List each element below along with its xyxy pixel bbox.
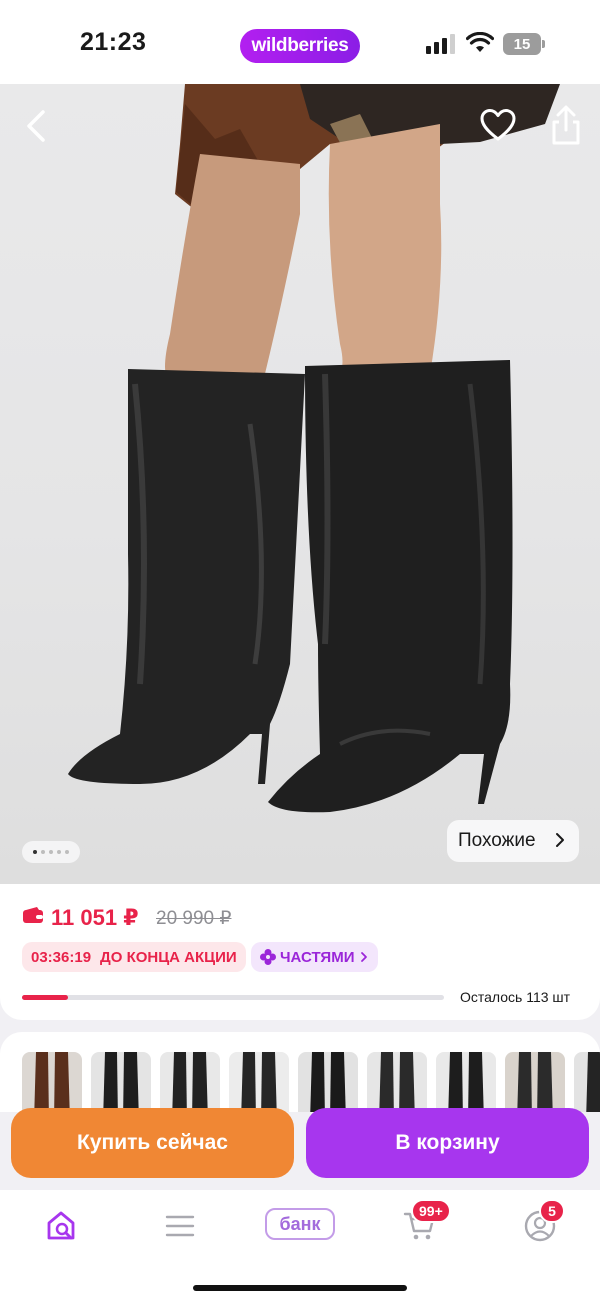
pager-dot: [41, 850, 45, 854]
wildberries-logo: wildberries: [240, 29, 360, 63]
share-icon: [552, 105, 580, 145]
status-bar: 21:23 wildberries 15: [0, 0, 600, 84]
installments-label: ЧАСТЯМИ: [280, 948, 355, 966]
pager-dot: [57, 850, 61, 854]
stock-progress-fill: [22, 995, 69, 1000]
heart-icon: [480, 109, 516, 141]
wifi-icon: [466, 32, 494, 52]
home-indicator: [193, 1285, 407, 1291]
nav-catalog[interactable]: [156, 1206, 204, 1246]
pager-dot: [65, 850, 69, 854]
cart-badge: 99+: [411, 1199, 451, 1223]
stock-progress-bar: [22, 995, 444, 1000]
back-button[interactable]: [18, 106, 54, 146]
image-pager-dots: [22, 841, 80, 863]
similar-button[interactable]: Похожие: [447, 820, 579, 862]
nav-bank[interactable]: банк: [265, 1208, 335, 1240]
current-price: 11 051 ₽: [51, 905, 139, 930]
favorite-button[interactable]: [478, 106, 518, 146]
share-button[interactable]: [546, 104, 586, 148]
price-card: 11 051 ₽ 20 990 ₽ 03:36:19 ДО КОНЦА АКЦИ…: [0, 884, 600, 1020]
signal-icon: [426, 34, 456, 54]
product-image-gallery[interactable]: Похожие: [0, 84, 600, 884]
clover-icon: [260, 949, 276, 965]
chevron-right-icon: [361, 952, 368, 962]
stock-remaining: Осталось 113 шт: [460, 989, 571, 1005]
clock: 21:23: [80, 28, 147, 56]
installments-button[interactable]: ЧАСТЯМИ: [251, 942, 379, 972]
battery-tip: [542, 40, 545, 48]
profile-badge: 5: [539, 1199, 565, 1223]
old-price: 20 990 ₽: [156, 908, 232, 929]
pager-dot: [33, 850, 37, 854]
battery-icon: 15: [503, 33, 541, 55]
buy-now-button[interactable]: Купить сейчас: [11, 1108, 294, 1178]
home-search-icon: [47, 1211, 75, 1240]
add-to-cart-button[interactable]: В корзину: [306, 1108, 589, 1178]
menu-icon: [165, 1215, 195, 1237]
promo-timer: 03:36:19: [31, 948, 92, 966]
product-photo: [68, 84, 560, 813]
nav-home[interactable]: [37, 1206, 85, 1246]
promo-timer-badge: 03:36:19 ДО КОНЦА АКЦИИ: [22, 942, 246, 972]
chevron-right-icon: [556, 833, 564, 847]
pager-dot: [49, 850, 53, 854]
wallet-icon: [23, 907, 43, 923]
similar-label: Похожие: [458, 830, 536, 851]
promo-text: ДО КОНЦА АКЦИИ: [100, 948, 237, 966]
chevron-left-icon: [27, 110, 45, 142]
purchase-actions: Купить сейчас В корзину: [0, 1096, 600, 1190]
